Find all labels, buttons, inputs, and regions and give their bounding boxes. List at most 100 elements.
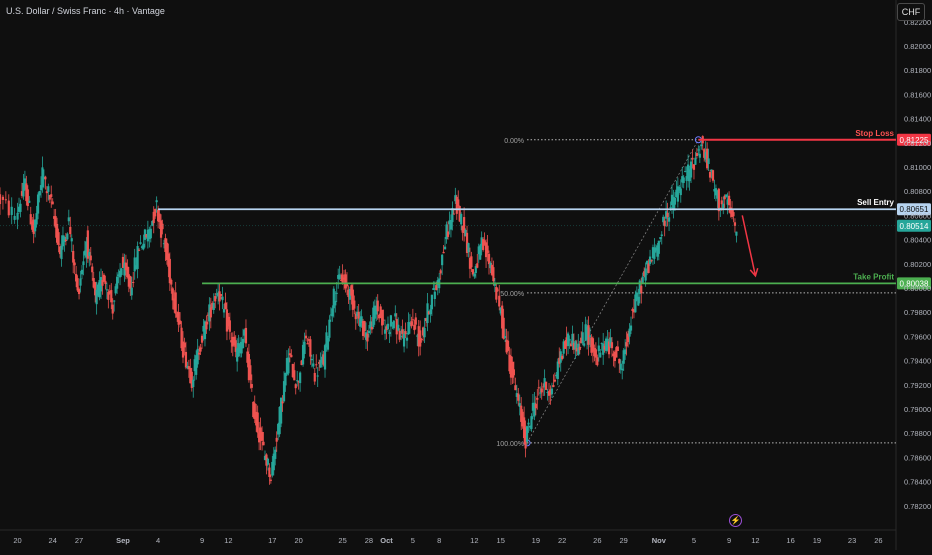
candle-body — [568, 338, 571, 341]
time-tick-label: 17 — [268, 536, 276, 545]
candle-body — [641, 276, 644, 283]
candle-body — [50, 194, 53, 197]
sell-entry-label: Sell Entry — [857, 198, 894, 207]
candle-body — [400, 336, 403, 338]
candle-body — [644, 268, 647, 281]
price-tick-label: 0.81000 — [904, 163, 931, 172]
candle-body — [527, 422, 530, 425]
candle-body — [281, 401, 284, 404]
time-tick-label: 4 — [156, 536, 160, 545]
candle-body — [502, 317, 505, 339]
time-tick-label: 23 — [848, 536, 856, 545]
price-tick-label: 0.78400 — [904, 478, 931, 487]
candle-body — [133, 257, 136, 272]
candle-body — [168, 258, 171, 284]
candle-body — [735, 231, 738, 236]
candle-body — [534, 403, 537, 409]
price-tick-label: 0.78800 — [904, 429, 931, 438]
candle-body — [610, 342, 614, 349]
time-tick-label: 26 — [593, 536, 601, 545]
time-tick-label: 19 — [813, 536, 821, 545]
candle-body — [689, 161, 693, 178]
candle-body — [725, 194, 728, 197]
flash-icon[interactable]: ⚡ — [729, 514, 742, 527]
candle-body — [212, 303, 215, 311]
candle-body — [363, 321, 366, 331]
candle-body — [720, 200, 723, 205]
candle-body — [110, 290, 113, 303]
candle-body — [66, 233, 69, 240]
current-price-text: 0.80514 — [900, 222, 929, 231]
candle-body — [154, 209, 157, 217]
candle-body — [366, 333, 369, 342]
candle-body — [473, 273, 476, 277]
candle-body — [192, 379, 195, 388]
candle-body — [587, 325, 590, 345]
candle-body — [435, 285, 438, 291]
candle-body — [303, 341, 306, 355]
candle-body — [487, 253, 491, 265]
fib-level-100-label: 100.00% — [496, 441, 524, 448]
currency-button[interactable]: CHF — [897, 3, 925, 21]
chart-area[interactable]: 0.00% 50.00% 100.00% Stop Loss 0.81225 Sell … — [0, 0, 932, 550]
time-tick-label: Oct — [380, 536, 393, 545]
candle-body — [183, 342, 186, 348]
candle-body — [708, 172, 712, 178]
time-tick-label: 15 — [497, 536, 505, 545]
candle-body — [274, 449, 277, 459]
candle-body — [0, 194, 2, 205]
candle-body — [69, 226, 72, 235]
candle-body — [316, 375, 319, 377]
time-tick-label: 20 — [13, 536, 21, 545]
candle-body — [496, 289, 499, 291]
price-tick-label: 0.80400 — [904, 236, 931, 245]
price-chart[interactable]: 0.00%50.00%100.00% Stop Loss0.81225Sell … — [0, 0, 932, 550]
candle-body — [284, 372, 287, 386]
candle-body — [129, 276, 132, 289]
candle-body — [312, 363, 315, 367]
candle-body — [669, 207, 672, 209]
candle-body — [116, 276, 119, 289]
candle-body — [717, 188, 720, 212]
candle-body — [105, 289, 108, 291]
candle-body — [413, 324, 416, 331]
candle-body — [514, 385, 517, 391]
time-tick-label: Sep — [116, 536, 130, 545]
candle-body — [691, 157, 694, 160]
time-tick-label: 24 — [49, 536, 57, 545]
candle-body — [550, 388, 554, 395]
candle-body — [36, 194, 40, 214]
candle-body — [452, 213, 455, 215]
time-tick-label: 19 — [532, 536, 540, 545]
candle-body — [262, 441, 265, 446]
candle-body — [60, 245, 63, 260]
candle-body — [495, 287, 498, 300]
candle-body — [673, 197, 677, 205]
candle-body — [79, 278, 82, 286]
candle-body — [326, 337, 330, 350]
candle-body — [294, 384, 297, 389]
candle-body — [296, 380, 299, 382]
candle-body — [663, 220, 666, 227]
candle-body — [394, 313, 397, 317]
candle-body — [209, 307, 212, 318]
candle-body — [310, 358, 313, 361]
price-tick-label: 0.81800 — [904, 66, 931, 75]
candle-body — [256, 412, 259, 433]
fib-level-0-label: 0.00% — [504, 138, 524, 145]
price-tick-label: 0.79000 — [904, 405, 931, 414]
candle-body — [334, 300, 337, 306]
candle-body — [73, 262, 76, 266]
candle-body — [442, 251, 445, 254]
candle-body — [657, 240, 660, 254]
candle-body — [35, 213, 38, 225]
candle-body — [10, 206, 13, 215]
candle-body — [624, 349, 627, 355]
candle-body — [479, 245, 482, 260]
price-tick-label: 0.79800 — [904, 308, 931, 317]
candle-body — [492, 267, 495, 282]
price-axis[interactable]: 0.822000.820000.818000.816000.814000.812… — [904, 18, 931, 511]
price-tick-label: 0.78600 — [904, 453, 931, 462]
candle-body — [451, 208, 454, 223]
candle-body — [581, 332, 584, 344]
